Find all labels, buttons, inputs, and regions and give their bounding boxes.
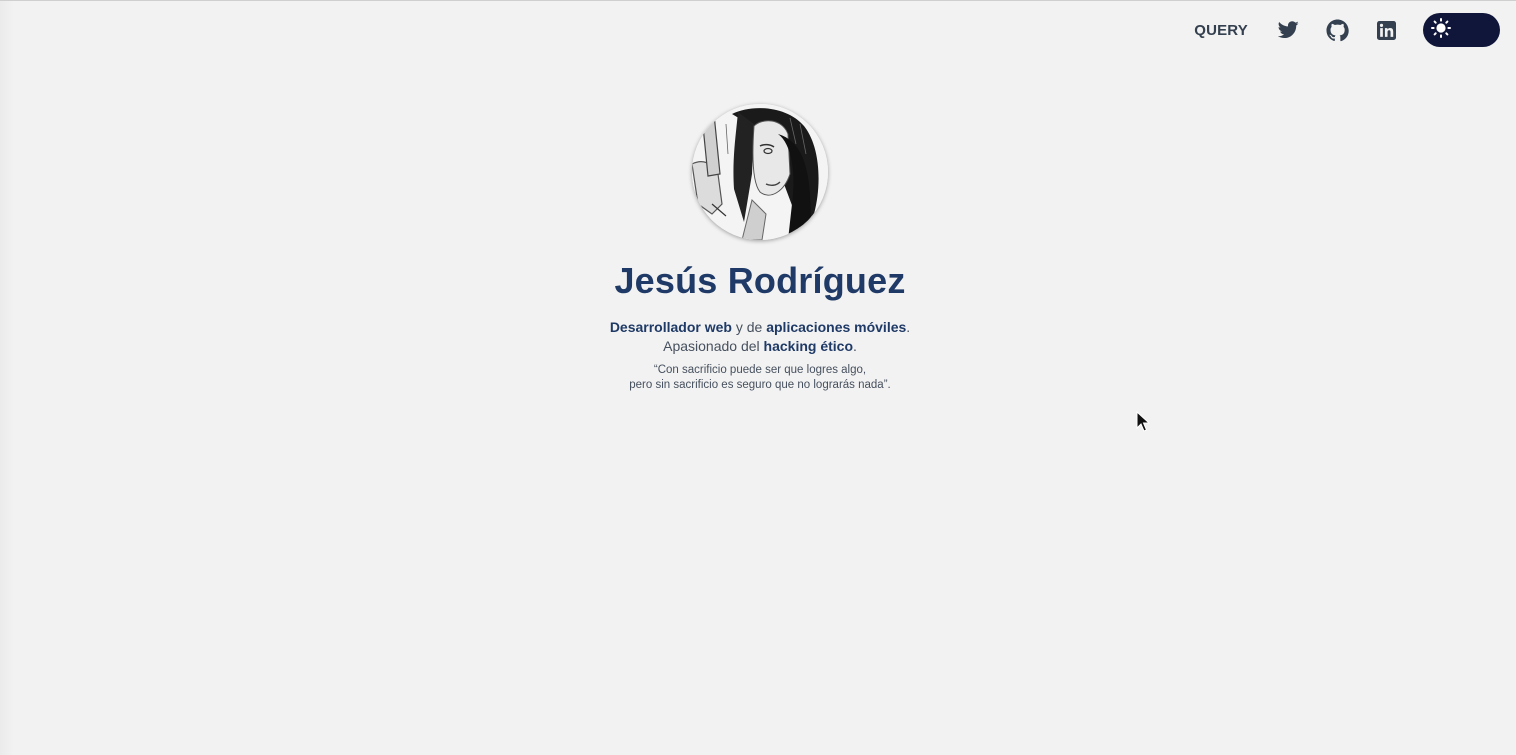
top-nav: QUERY bbox=[1194, 12, 1500, 48]
profile-quote: “Con sacrificio puede ser que logres alg… bbox=[629, 363, 890, 393]
quote-line-2: pero sin sacrificio es seguro que no log… bbox=[629, 379, 891, 391]
bio-text: . bbox=[906, 319, 911, 335]
profile-hero: Jesús Rodríguez Desarrollador web y de a… bbox=[0, 104, 1516, 393]
bio-line-1: Desarrollador web y de aplicaciones móvi… bbox=[610, 318, 910, 337]
bio-highlight-hacking: hacking ético bbox=[763, 338, 853, 354]
theme-toggle[interactable] bbox=[1423, 13, 1500, 47]
avatar bbox=[692, 104, 828, 240]
bio-highlight-web: Desarrollador web bbox=[609, 319, 732, 335]
bio-text: . bbox=[853, 338, 857, 354]
bio-highlight-mobile: aplicaciones móviles bbox=[766, 319, 907, 335]
bio-text: y de bbox=[731, 319, 767, 335]
twitter-icon[interactable] bbox=[1276, 18, 1300, 42]
bio-line-2: Apasionado del hacking ético. bbox=[610, 337, 910, 356]
mouse-cursor-icon bbox=[1136, 410, 1151, 438]
bio-text: Apasionado del bbox=[663, 338, 764, 354]
query-link[interactable]: QUERY bbox=[1194, 22, 1248, 39]
page: QUERY Jesús Rodríguez Desarrollador web … bbox=[0, 0, 1516, 755]
profile-name: Jesús Rodríguez bbox=[614, 260, 906, 301]
profile-bio: Desarrollador web y de aplicaciones móvi… bbox=[610, 318, 910, 356]
github-icon[interactable] bbox=[1325, 18, 1349, 42]
quote-line-1: “Con sacrificio puede ser que logres alg… bbox=[653, 364, 867, 376]
linkedin-icon[interactable] bbox=[1374, 18, 1398, 42]
sun-icon bbox=[1431, 17, 1451, 43]
